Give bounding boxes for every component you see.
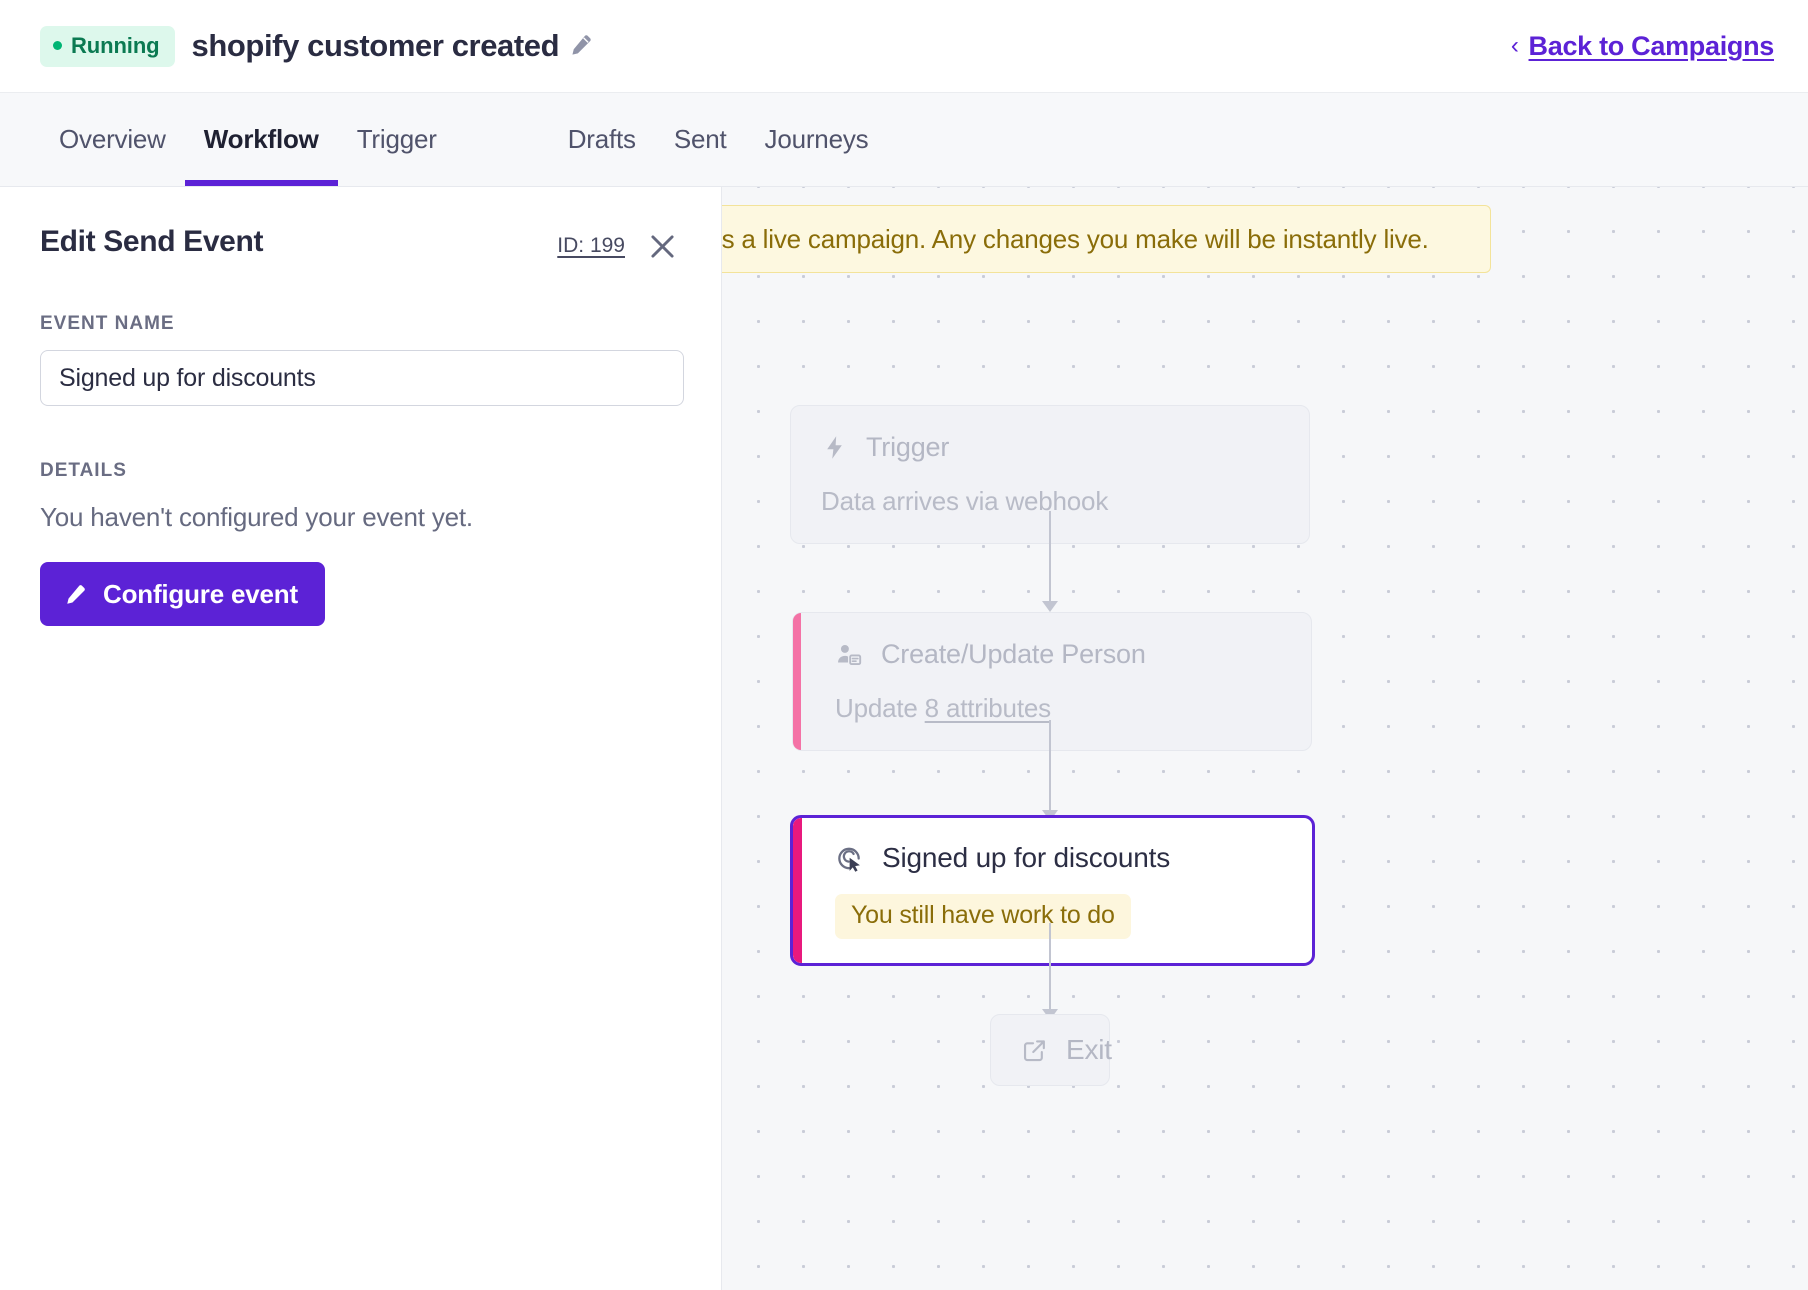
- person-node-title: Create/Update Person: [881, 639, 1146, 670]
- lightning-bolt-icon: [821, 434, 848, 461]
- tab-workflow[interactable]: Workflow: [185, 93, 338, 186]
- tab-trigger[interactable]: Trigger: [338, 93, 456, 186]
- back-to-campaigns-label: Back to Campaigns: [1529, 31, 1774, 62]
- person-node-attributes-link[interactable]: 8 attributes: [925, 693, 1051, 723]
- back-to-campaigns-link[interactable]: ‹ Back to Campaigns: [1511, 31, 1774, 62]
- connector-event-to-exit: [1049, 923, 1051, 1015]
- header-left-group: Running shopify customer created: [40, 26, 594, 67]
- page-header: Running shopify customer created ‹ Back …: [0, 0, 1808, 93]
- live-campaign-banner: is a live campaign. Any changes you make…: [722, 205, 1491, 273]
- details-text: You haven't configured your event yet.: [40, 502, 679, 533]
- connector-arrowhead: [1042, 601, 1058, 612]
- workflow-node-signed-up-for-discounts[interactable]: Signed up for discounts You still have w…: [790, 815, 1315, 966]
- person-card-icon: [835, 641, 863, 669]
- chevron-left-icon: ‹: [1511, 34, 1519, 58]
- node-accent-bar: [793, 818, 802, 963]
- page-title-text: shopify customer created: [192, 28, 560, 63]
- campaign-workflow-page: Running shopify customer created ‹ Back …: [0, 0, 1808, 1290]
- status-badge: Running: [40, 26, 175, 67]
- cursor-click-icon: [835, 844, 864, 873]
- person-node-header: Create/Update Person: [835, 639, 1281, 670]
- panel-title: Edit Send Event: [40, 223, 263, 259]
- external-link-icon: [1021, 1037, 1048, 1064]
- tab-sent[interactable]: Sent: [655, 93, 746, 186]
- node-accent-bar: [793, 613, 801, 750]
- event-node-title: Signed up for discounts: [882, 842, 1170, 874]
- panel-header: Edit Send Event ID: 199: [40, 223, 679, 263]
- tab-bar: Overview Workflow Trigger Drafts Sent Jo…: [0, 93, 1808, 187]
- event-name-label: EVENT NAME: [40, 313, 679, 335]
- panel-header-actions: ID: 199: [557, 223, 679, 263]
- exit-node-header: Exit: [1021, 1034, 1079, 1066]
- configure-event-label: Configure event: [103, 579, 298, 610]
- trigger-node-title: Trigger: [866, 432, 949, 463]
- workflow-node-exit[interactable]: Exit: [990, 1014, 1110, 1086]
- event-id-label[interactable]: ID: 199: [557, 234, 625, 258]
- trigger-node-header: Trigger: [821, 432, 1279, 463]
- page-title: shopify customer created: [192, 28, 595, 64]
- event-node-header: Signed up for discounts: [835, 842, 1282, 874]
- tab-group-divider: [456, 93, 549, 186]
- exit-node-title: Exit: [1066, 1034, 1112, 1066]
- tab-drafts[interactable]: Drafts: [549, 93, 655, 186]
- configure-event-button[interactable]: Configure event: [40, 562, 325, 626]
- pencil-icon: [63, 582, 88, 607]
- connector-person-to-event: [1049, 720, 1051, 816]
- details-label: DETAILS: [40, 460, 679, 482]
- tab-journeys[interactable]: Journeys: [746, 93, 888, 186]
- connector-trigger-to-person: [1049, 511, 1051, 607]
- page-body: Edit Send Event ID: 199 EVENT NAME DETAI…: [0, 187, 1808, 1290]
- workflow-node-create-update-person[interactable]: Create/Update Person Update 8 attributes: [792, 612, 1312, 751]
- tab-overview[interactable]: Overview: [40, 93, 185, 186]
- event-node-warning-badge: You still have work to do: [835, 894, 1131, 939]
- person-node-subtitle-prefix: Update: [835, 693, 925, 723]
- status-badge-label: Running: [71, 33, 160, 59]
- live-campaign-banner-text: is a live campaign. Any changes you make…: [722, 224, 1429, 255]
- person-node-subtitle: Update 8 attributes: [835, 693, 1281, 724]
- workflow-canvas[interactable]: is a live campaign. Any changes you make…: [722, 187, 1808, 1290]
- pencil-icon[interactable]: [568, 32, 594, 58]
- status-dot-icon: [53, 41, 62, 50]
- event-name-input[interactable]: [40, 350, 684, 406]
- edit-send-event-panel: Edit Send Event ID: 199 EVENT NAME DETAI…: [0, 187, 722, 1290]
- close-icon[interactable]: [645, 229, 679, 263]
